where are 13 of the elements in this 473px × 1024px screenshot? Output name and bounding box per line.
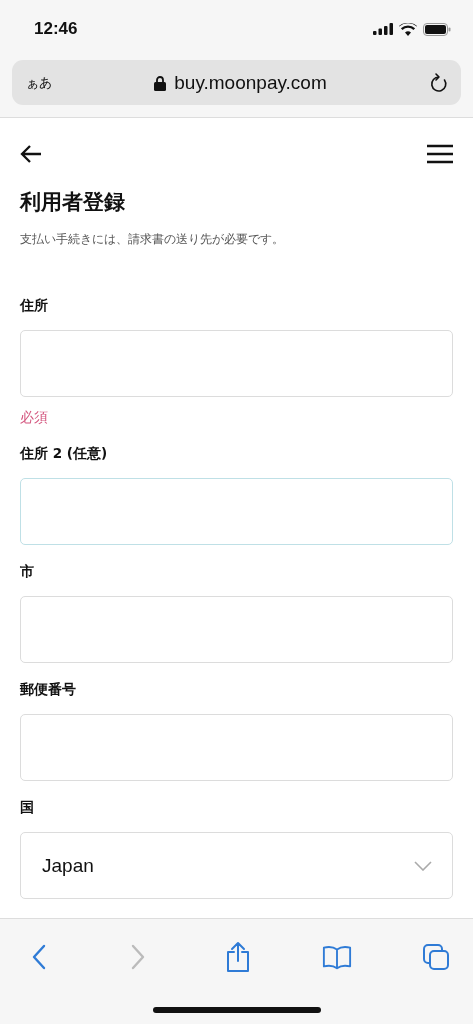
field-label: 住所 <box>20 297 49 315</box>
page-title: 利用者登録 <box>20 189 126 216</box>
status-time: 12:46 <box>34 19 78 39</box>
page-subtitle: 支払い手続きには、請求書の送り先が必要です。 <box>20 232 285 247</box>
field-label: 住所 2 (任意) <box>20 445 109 463</box>
address-bar[interactable]: ぁあ buy.moonpay.com <box>12 60 461 105</box>
field-label: 郵便番号 <box>20 681 77 699</box>
error-message: 必須 <box>20 409 49 427</box>
text-size-button[interactable]: ぁあ <box>26 73 52 92</box>
field-label: 国 <box>20 799 35 817</box>
url-text: buy.moonpay.com <box>174 71 327 94</box>
field-label: 市 <box>20 563 35 581</box>
country-select[interactable]: Japan <box>20 832 453 899</box>
